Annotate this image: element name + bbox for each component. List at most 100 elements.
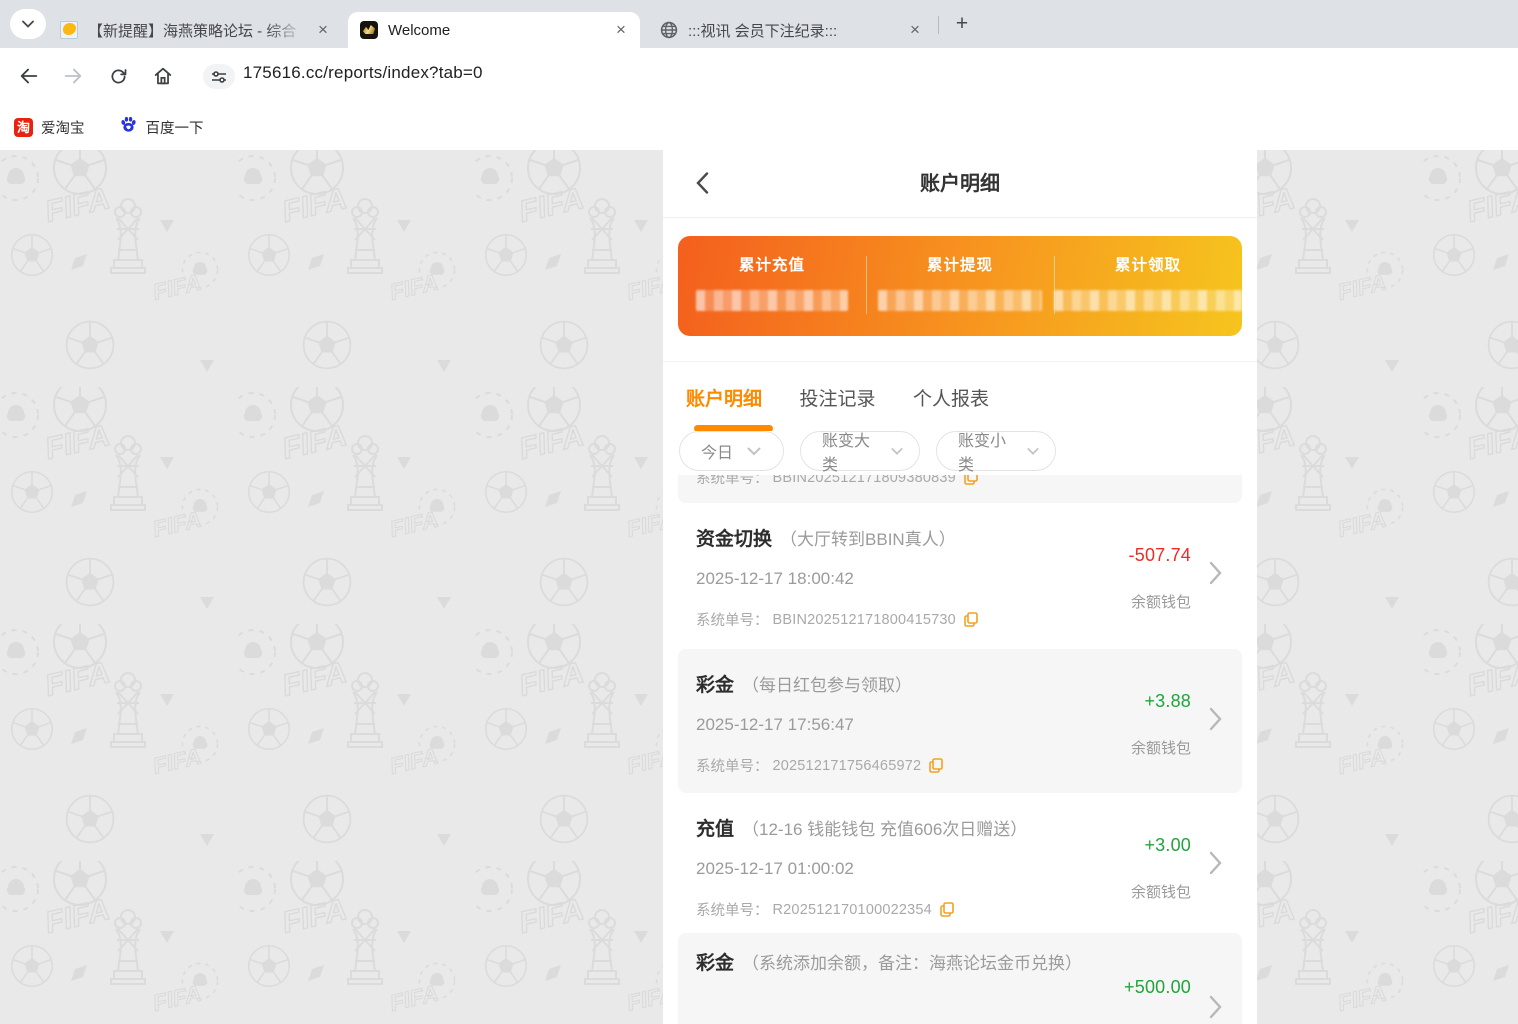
transaction-note: （系统添加余额，备注：海燕论坛金币兑换）	[742, 954, 1082, 973]
globe-icon	[660, 21, 678, 39]
divider	[866, 256, 867, 314]
filter-major-category-dropdown[interactable]: 账变大类	[800, 431, 920, 471]
order-number-line: 系统单号： BBIN202512171809380839	[696, 475, 978, 488]
tab-search-button[interactable]	[10, 9, 46, 39]
bookmark-aitaobao[interactable]: 淘 爱淘宝	[14, 117, 85, 138]
site-settings-chip[interactable]	[203, 64, 235, 89]
bookmarks-bar: 淘 爱淘宝 百度一下	[0, 104, 1518, 150]
tab-bet-records[interactable]: 投注记录	[799, 384, 875, 411]
chevron-down-icon	[22, 20, 34, 28]
stat-label: 累计提现	[866, 253, 1054, 275]
transaction-note: （12-16 钱能钱包 充值606次日赠送）	[742, 820, 1027, 839]
account-detail-panel: 账户明细 累计充值 累计提现 累计领取 账户明细 投注记录 个人报表	[663, 150, 1257, 1024]
transaction-row[interactable]: 彩金（每日红包参与领取） 2025-12-17 17:56:47 系统单号： 2…	[678, 649, 1242, 793]
order-number: 202512171756465972	[773, 758, 922, 774]
order-number: BBIN202512171809380839	[773, 475, 956, 486]
tab-title: 【新提醒】海燕策略论坛 - 综合	[88, 20, 306, 41]
url-bar[interactable]: 175616.cc/reports/index?tab=0	[243, 63, 483, 83]
filter-date-dropdown[interactable]: 今日	[679, 431, 784, 471]
bookmark-label: 百度一下	[146, 117, 204, 138]
stat-total-withdrawal: 累计提现	[866, 236, 1054, 336]
tab-account-detail[interactable]: 账户明细	[686, 384, 762, 411]
home-icon	[152, 65, 174, 87]
forward-button[interactable]	[58, 61, 88, 91]
order-label: 系统单号：	[696, 609, 769, 630]
chevron-right-icon[interactable]	[1209, 851, 1222, 880]
tab-title: :::视讯 会员下注纪录:::	[688, 20, 898, 41]
transaction-row-partial[interactable]: 系统单号： BBIN202512171809380839	[678, 475, 1242, 503]
amount: +500.00	[1124, 977, 1191, 998]
home-button[interactable]	[148, 61, 178, 91]
browser-toolbar: 175616.cc/reports/index?tab=0	[0, 48, 1518, 104]
transaction-row[interactable]: 彩金（系统添加余额，备注：海燕论坛金币兑换） +500.00	[678, 933, 1242, 1024]
close-icon[interactable]: ×	[612, 21, 630, 39]
bookmark-label: 爱淘宝	[41, 117, 85, 138]
transaction-type: 彩金（每日红包参与领取）	[696, 671, 912, 701]
browser-tab-strip: 【新提醒】海燕策略论坛 - 综合 × Welcome × :::视讯 会员下注纪…	[0, 0, 1518, 48]
wallet-name: 余额钱包	[1131, 591, 1191, 612]
wallet-name: 余额钱包	[1131, 881, 1191, 902]
transaction-datetime: 2025-12-17 17:56:47	[696, 715, 854, 735]
bookmark-baidu[interactable]: 百度一下	[119, 115, 204, 139]
transaction-note: （大厅转到BBIN真人）	[780, 530, 956, 549]
transaction-row[interactable]: 充值（12-16 钱能钱包 充值606次日赠送） 2025-12-17 01:0…	[663, 793, 1257, 928]
forum-favicon-icon	[60, 21, 78, 39]
filter-label: 账变小类	[958, 427, 1013, 475]
cumulative-stats-card: 累计充值 累计提现 累计领取	[678, 236, 1242, 336]
tab-divider	[938, 16, 939, 34]
taobao-icon: 淘	[14, 118, 33, 137]
welcome-favicon-icon	[360, 21, 378, 39]
chevron-right-icon[interactable]	[1209, 995, 1222, 1024]
reload-icon	[108, 66, 129, 87]
stat-total-received: 累计领取	[1054, 236, 1242, 336]
copy-icon[interactable]	[929, 758, 943, 773]
report-tabs: 账户明细 投注记录 个人报表	[663, 361, 1257, 431]
filter-label: 今日	[701, 439, 733, 463]
baidu-paw-icon	[119, 115, 138, 139]
amount: +3.00	[1144, 835, 1191, 856]
arrow-left-icon	[18, 65, 40, 87]
chevron-down-icon	[891, 447, 903, 456]
back-button[interactable]	[14, 61, 44, 91]
transaction-row[interactable]: 资金切换（大厅转到BBIN真人） 2025-12-17 18:00:42 系统单…	[663, 503, 1257, 643]
order-number-line: 系统单号： 202512171756465972	[696, 755, 943, 776]
stat-label: 累计领取	[1054, 253, 1242, 275]
amount: +3.88	[1144, 691, 1191, 712]
back-chevron-button[interactable]	[687, 168, 717, 198]
transaction-datetime: 2025-12-17 01:00:02	[696, 859, 854, 879]
browser-tab-welcome[interactable]: Welcome ×	[348, 12, 640, 48]
tune-icon	[211, 70, 227, 84]
masked-value	[1054, 290, 1242, 311]
stat-label: 累计充值	[678, 253, 866, 275]
close-icon[interactable]: ×	[314, 21, 332, 39]
order-number: BBIN202512171800415730	[773, 612, 956, 628]
reload-button[interactable]	[103, 61, 133, 91]
close-icon[interactable]: ×	[906, 21, 924, 39]
copy-icon[interactable]	[940, 902, 954, 917]
page-title: 账户明细	[663, 150, 1257, 218]
browser-tab-betting-records[interactable]: :::视讯 会员下注纪录::: ×	[648, 12, 934, 48]
amount: -507.74	[1129, 545, 1191, 566]
divider	[1054, 256, 1055, 314]
chevron-right-icon[interactable]	[1209, 561, 1222, 590]
chevron-right-icon[interactable]	[1209, 707, 1222, 736]
browser-tab-forum[interactable]: 【新提醒】海燕策略论坛 - 综合 ×	[48, 12, 342, 48]
filter-bar: 今日 账变大类 账变小类	[663, 431, 1257, 471]
panel-header: 账户明细	[663, 150, 1257, 218]
page-background: FIFA 账户明细	[0, 150, 1518, 1024]
copy-icon[interactable]	[964, 612, 978, 627]
transaction-type: 充值（12-16 钱能钱包 充值606次日赠送）	[696, 815, 1027, 845]
order-number: R202512170100022354	[773, 902, 932, 918]
wallet-name: 余额钱包	[1131, 737, 1191, 758]
filter-label: 账变大类	[822, 427, 877, 475]
order-number-line: 系统单号： R202512170100022354	[696, 899, 954, 920]
tab-title: Welcome	[388, 22, 604, 39]
transaction-note: （每日红包参与领取）	[742, 676, 912, 695]
tab-personal-report[interactable]: 个人报表	[913, 384, 989, 411]
filter-minor-category-dropdown[interactable]: 账变小类	[936, 431, 1056, 471]
new-tab-button[interactable]: +	[948, 11, 976, 39]
copy-icon[interactable]	[964, 475, 978, 485]
masked-value	[696, 290, 848, 311]
arrow-right-icon	[62, 65, 84, 87]
transaction-datetime: 2025-12-17 18:00:42	[696, 569, 854, 589]
